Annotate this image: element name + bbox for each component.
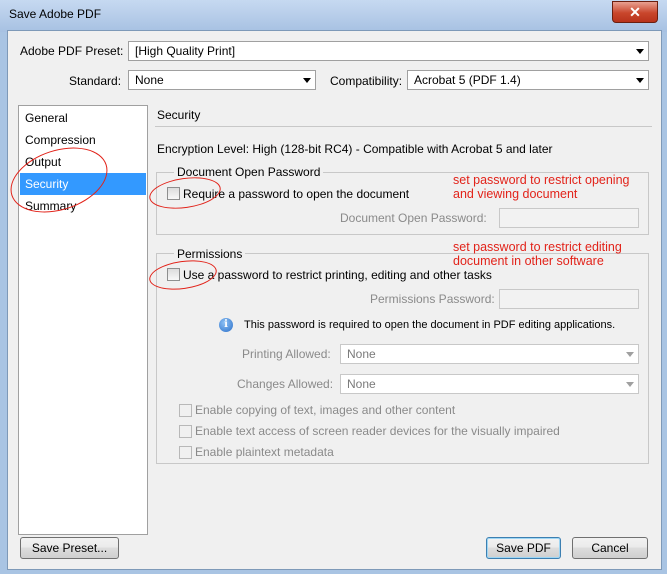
- annotation-permissions-line1: set password to restrict editing: [453, 240, 622, 254]
- standard-label: Standard:: [69, 74, 122, 88]
- annotation-open-line2: and viewing document: [453, 187, 578, 201]
- enable-copying-label: Enable copying of text, images and other…: [195, 403, 456, 417]
- section-divider: [155, 126, 652, 127]
- chevron-down-icon: [636, 78, 644, 83]
- close-icon: ✕: [629, 3, 641, 20]
- info-icon: i: [219, 318, 233, 332]
- chevron-down-icon: [626, 382, 634, 387]
- standard-value: None: [135, 73, 164, 87]
- open-password-field-label: Document Open Password:: [340, 211, 487, 225]
- permissions-group-title: Permissions: [174, 247, 246, 261]
- save-pdf-button[interactable]: Save PDF: [486, 537, 561, 559]
- permissions-password-field[interactable]: [499, 289, 639, 309]
- use-permissions-password-label: Use a password to restrict printing, edi…: [183, 268, 492, 282]
- changes-allowed-dropdown[interactable]: None: [340, 374, 639, 394]
- save-preset-button[interactable]: Save Preset...: [20, 537, 119, 559]
- standard-dropdown[interactable]: None: [128, 70, 316, 90]
- cancel-button[interactable]: Cancel: [572, 537, 648, 559]
- permissions-password-field-label: Permissions Password:: [370, 292, 495, 306]
- compatibility-dropdown[interactable]: Acrobat 5 (PDF 1.4): [407, 70, 649, 90]
- enable-screen-reader-label: Enable text access of screen reader devi…: [195, 424, 560, 438]
- annotation-open-line1: set password to restrict opening: [453, 173, 630, 187]
- encryption-level: Encryption Level: High (128-bit RC4) - C…: [157, 142, 553, 156]
- changes-allowed-label: Changes Allowed:: [237, 377, 334, 391]
- enable-screen-reader-checkbox[interactable]: [179, 425, 192, 438]
- preset-label: Adobe PDF Preset:: [20, 44, 124, 58]
- enable-copying-checkbox[interactable]: [179, 404, 192, 417]
- enable-plaintext-metadata-label: Enable plaintext metadata: [195, 445, 334, 459]
- sidebar-item-label: General: [25, 111, 68, 125]
- preset-dropdown[interactable]: [High Quality Print]: [128, 41, 649, 61]
- printing-allowed-label: Printing Allowed:: [242, 347, 331, 361]
- compatibility-label: Compatibility:: [330, 74, 403, 88]
- sidebar-item-label: Compression: [25, 133, 96, 147]
- window-title: Save Adobe PDF: [9, 7, 102, 21]
- printing-allowed-value: None: [347, 347, 376, 361]
- close-button[interactable]: ✕: [612, 1, 658, 23]
- sidebar-item-general[interactable]: General: [20, 107, 146, 129]
- preset-value: [High Quality Print]: [135, 44, 236, 58]
- enable-plaintext-metadata-checkbox[interactable]: [179, 446, 192, 459]
- chevron-down-icon: [626, 352, 634, 357]
- permissions-info-text: This password is required to open the do…: [244, 319, 616, 331]
- printing-allowed-dropdown[interactable]: None: [340, 344, 639, 364]
- changes-allowed-value: None: [347, 377, 376, 391]
- open-password-field[interactable]: [499, 208, 639, 228]
- compatibility-value: Acrobat 5 (PDF 1.4): [414, 73, 521, 87]
- annotation-permissions-line2: document in other software: [453, 254, 604, 268]
- chevron-down-icon: [636, 49, 644, 54]
- title-bar: Save Adobe PDF ✕: [0, 0, 667, 32]
- section-title: Security: [157, 108, 201, 122]
- chevron-down-icon: [303, 78, 311, 83]
